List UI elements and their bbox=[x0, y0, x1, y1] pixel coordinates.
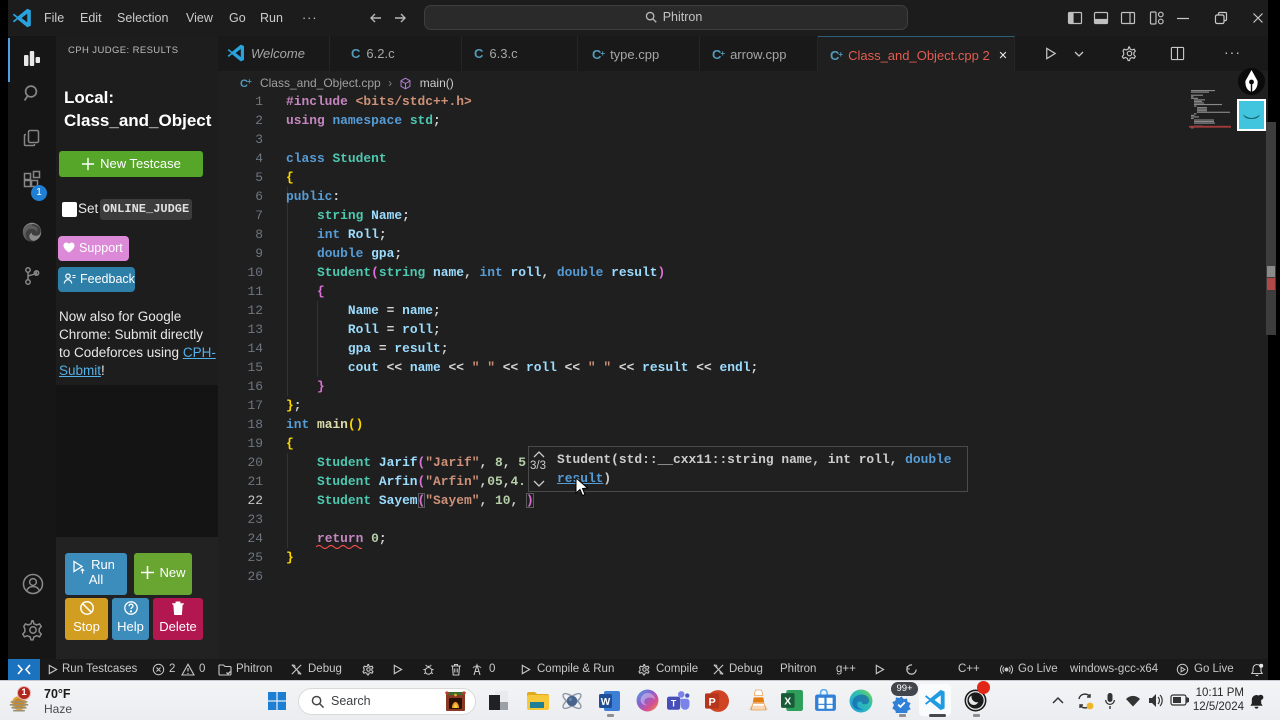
svg-text:W: W bbox=[601, 697, 611, 708]
svg-text:P: P bbox=[708, 696, 715, 708]
svg-text:X: X bbox=[784, 697, 791, 708]
svg-text:T: T bbox=[671, 698, 677, 708]
